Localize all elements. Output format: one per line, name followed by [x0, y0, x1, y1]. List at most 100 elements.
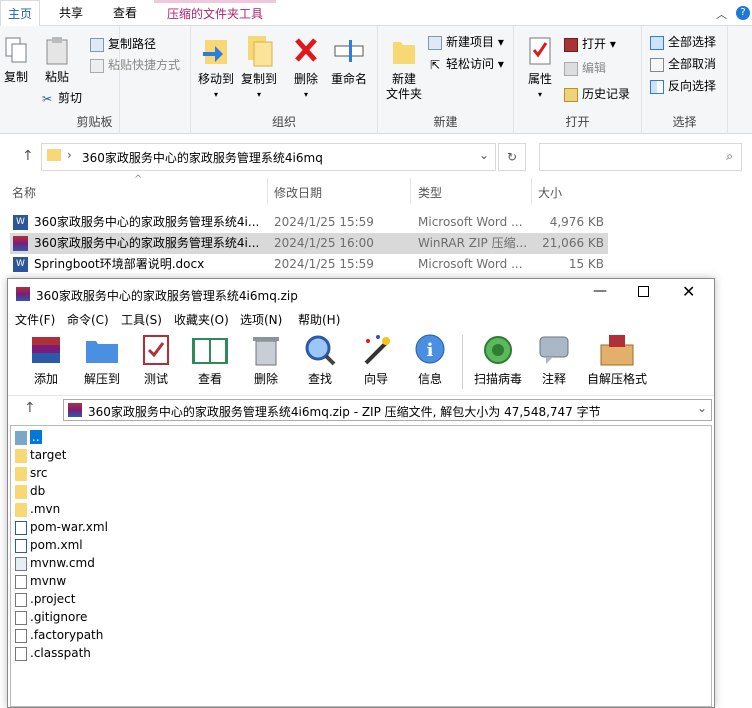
item-name: ..	[30, 430, 42, 444]
list-item-parent[interactable]: ..	[15, 428, 42, 446]
list-item[interactable]: pom.xml	[15, 536, 83, 554]
item-name: target	[30, 448, 67, 462]
edit-icon	[564, 61, 578, 76]
ribbon: 复制 粘贴 复制路径 粘贴快捷方式 ✂ 剪切 剪贴板 移动到 ▾ 复制到 ▾ 删除…	[0, 26, 752, 134]
select-all-button[interactable]: 全部选择	[650, 32, 716, 52]
menu-options[interactable]: 选项(N)	[240, 311, 282, 328]
invert-selection-button[interactable]: 反向选择	[650, 76, 716, 96]
new-folder-button[interactable]: 新建 文件夹	[384, 34, 424, 102]
tab-home[interactable]: 主页	[0, 0, 40, 27]
extract-to-button[interactable]: 解压到	[76, 333, 128, 387]
add-archive-icon	[32, 337, 60, 363]
menu-help[interactable]: 帮助(H)	[298, 311, 340, 328]
search-input[interactable]: ⌕	[539, 143, 742, 171]
copy-button[interactable]: 复制	[2, 36, 30, 85]
column-header-date[interactable]: 修改日期	[274, 184, 322, 201]
properties-button[interactable]: 属性 ▾	[522, 34, 558, 102]
up-arrow-icon[interactable]: ↑	[24, 400, 36, 416]
word-icon: W	[13, 257, 28, 272]
sfx-button[interactable]: 自解压格式	[582, 333, 652, 387]
tab-compressed-folder-tools[interactable]: 压缩的文件夹工具	[154, 0, 276, 26]
address-bar[interactable]: › 360家政服务中心的家政服务管理系统4i6mq ⌄	[41, 143, 496, 171]
comment-button[interactable]: 注释	[528, 333, 580, 387]
select-none-label: 全部取消	[668, 57, 717, 71]
select-none-button[interactable]: 全部取消	[650, 54, 716, 74]
list-item[interactable]: .gitignore	[15, 608, 87, 626]
menu-tools[interactable]: 工具(S)	[121, 311, 162, 328]
list-item[interactable]: .mvn	[15, 500, 60, 518]
file-row[interactable]: W 360家政服务中心的家政服务管理系统4i... 2024/1/25 15:5…	[10, 212, 608, 233]
search-icon: ⌕	[726, 149, 733, 163]
easy-access-button[interactable]: ⇱ 轻松访问 ▾	[428, 54, 504, 74]
column-divider[interactable]	[410, 178, 411, 204]
edit-button[interactable]: 编辑	[564, 58, 606, 78]
archive-file-list: .. target src db .mvn pom-war.xml pom.xm…	[10, 425, 712, 707]
trash-icon	[253, 337, 279, 366]
wizard-label: 向导	[363, 372, 388, 386]
list-item[interactable]: mvnw.cmd	[15, 554, 95, 572]
list-item[interactable]: target	[15, 446, 67, 464]
cmd-file-icon	[15, 556, 27, 571]
invert-selection-label: 反向选择	[668, 79, 717, 93]
chevron-down-icon[interactable]: ⌄	[479, 148, 489, 162]
delete-icon	[295, 38, 317, 62]
list-item[interactable]: .factorypath	[15, 626, 103, 644]
column-header-type[interactable]: 类型	[418, 184, 442, 201]
list-item[interactable]: pom-war.xml	[15, 518, 108, 536]
close-icon[interactable]: ✕	[682, 282, 695, 301]
rename-button[interactable]: 重命名	[329, 34, 369, 87]
up-arrow-icon[interactable]: ↑	[22, 148, 34, 164]
list-item[interactable]: .project	[15, 590, 75, 608]
new-item-button[interactable]: 新建项目 ▾	[428, 32, 504, 52]
find-button[interactable]: 查找	[294, 333, 346, 387]
group-label-open: 打开	[565, 115, 590, 129]
history-button[interactable]: 历史记录	[564, 84, 630, 104]
move-to-button[interactable]: 移动到 ▾	[197, 34, 235, 102]
menu-favorites[interactable]: 收藏夹(O)	[174, 311, 229, 328]
chevron-down-icon[interactable]: ⌄	[697, 401, 707, 415]
list-item[interactable]: src	[15, 464, 48, 482]
file-icon	[15, 574, 27, 589]
copy-to-button[interactable]: 复制到 ▾	[239, 34, 279, 102]
menu-file[interactable]: 文件(F)	[15, 311, 55, 328]
test-icon	[143, 335, 169, 365]
column-divider[interactable]	[531, 178, 532, 204]
list-item[interactable]: mvnw	[15, 572, 66, 590]
delete-button[interactable]: 删除 ▾	[291, 34, 321, 102]
file-row[interactable]: W Springboot环境部署说明.docx 2024/1/25 15:59 …	[10, 254, 608, 275]
new-folder-icon	[393, 42, 415, 64]
minimize-icon[interactable]: —	[593, 283, 607, 299]
sfx-box-icon	[600, 335, 634, 366]
cut-button[interactable]: ✂ 剪切	[40, 88, 82, 108]
test-button[interactable]: 测试	[130, 333, 182, 387]
chevron-up-icon[interactable]: ︿	[716, 6, 727, 22]
column-divider[interactable]	[267, 178, 268, 204]
item-name: pom.xml	[30, 538, 83, 552]
help-icon[interactable]: ?	[736, 6, 750, 20]
column-header-name[interactable]: 名称	[12, 184, 36, 201]
copy-path-button[interactable]: 复制路径	[90, 34, 156, 54]
group-open: 属性 ▾ 打开 ▾ 编辑 历史记录 打开	[514, 26, 642, 134]
delete-archive-button[interactable]: 删除	[240, 333, 292, 387]
add-button[interactable]: 添加	[20, 333, 72, 387]
winrar-window: 360家政服务中心的家政服务管理系统4i6mq.zip — ✕ 文件(F) 命令…	[7, 278, 715, 708]
tab-view[interactable]: 查看	[100, 0, 150, 26]
info-button[interactable]: i 信息	[404, 333, 456, 387]
view-button[interactable]: 查看	[184, 333, 236, 387]
scan-virus-button[interactable]: 扫描病毒	[468, 333, 528, 387]
maximize-icon[interactable]	[638, 286, 649, 297]
list-item[interactable]: .classpath	[15, 644, 91, 662]
wizard-button[interactable]: 向导	[350, 333, 402, 387]
open-button[interactable]: 打开 ▾	[564, 34, 616, 54]
paste-shortcut-button[interactable]: 粘贴快捷方式	[90, 55, 180, 75]
file-row-selected[interactable]: 360家政服务中心的家政服务管理系统4i... 2024/1/25 16:00 …	[10, 233, 608, 254]
column-header-size[interactable]: 大小	[538, 184, 562, 201]
tab-share[interactable]: 共享	[46, 0, 96, 26]
copy-path-icon	[90, 37, 104, 52]
menu-commands[interactable]: 命令(C)	[67, 311, 109, 328]
refresh-button[interactable]: ↻	[498, 143, 526, 171]
list-item[interactable]: db	[15, 482, 45, 500]
archive-path-field[interactable]: 360家政服务中心的家政服务管理系统4i6mq.zip - ZIP 压缩文件, …	[63, 399, 712, 421]
item-name: .factorypath	[30, 628, 104, 642]
paste-button[interactable]: 粘贴	[42, 36, 72, 85]
